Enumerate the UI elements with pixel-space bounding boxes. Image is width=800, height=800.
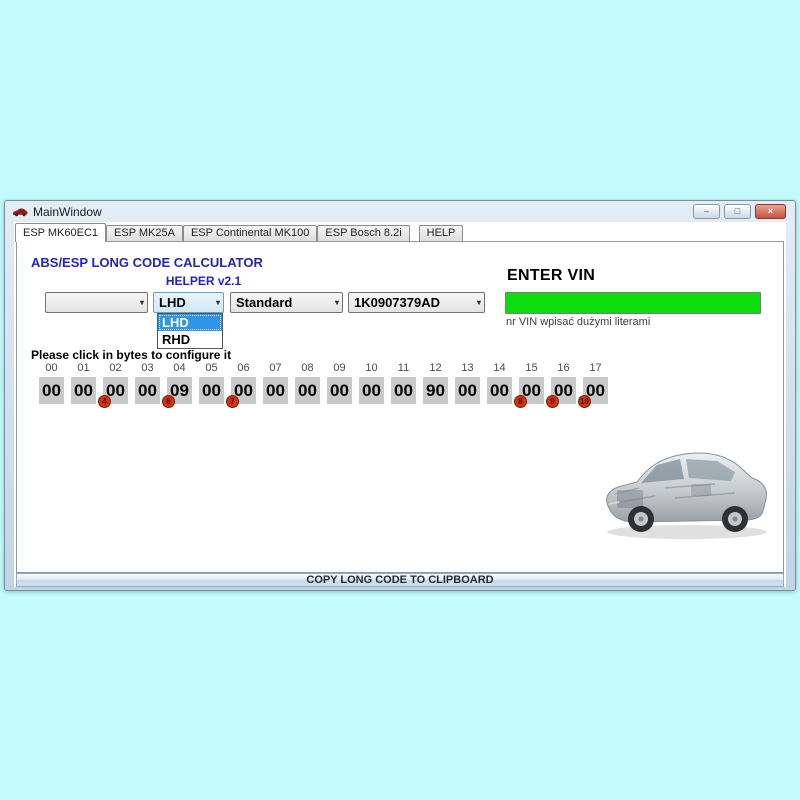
byte-index: 12 xyxy=(423,362,448,377)
byte-cell-02: 02004 xyxy=(103,362,128,404)
byte-value[interactable]: 00 xyxy=(263,377,288,404)
title-bar[interactable]: MainWindow –□ × xyxy=(5,201,795,222)
byte-cell-05: 0500 xyxy=(199,362,224,404)
dropdown-option-rhd[interactable]: RHD xyxy=(158,331,222,348)
window-title: MainWindow xyxy=(33,205,102,219)
car-cutaway-image xyxy=(595,438,777,546)
byte-value[interactable]: 00 xyxy=(487,377,512,404)
maximize-button[interactable]: □ xyxy=(724,204,751,219)
chevron-down-icon: ▾ xyxy=(335,293,339,312)
byte-index: 13 xyxy=(455,362,480,377)
byte-value[interactable]: 00 xyxy=(455,377,480,404)
byte-badge: 10 xyxy=(578,395,591,408)
tab-esp-bosch-8-2i[interactable]: ESP Bosch 8.2i xyxy=(317,225,409,241)
desktop-background: MainWindow –□ × ESP MK60EC1ESP MK25AESP C… xyxy=(0,0,800,800)
byte-cell-04: 04096 xyxy=(167,362,192,404)
byte-value[interactable]: 00 xyxy=(199,377,224,404)
byte-index: 06 xyxy=(231,362,256,377)
byte-value[interactable]: 00 xyxy=(391,377,416,404)
enter-vin-heading: ENTER VIN xyxy=(507,267,595,285)
main-window: MainWindow –□ × ESP MK60EC1ESP MK25AESP C… xyxy=(4,200,796,591)
byte-index: 02 xyxy=(103,362,128,377)
byte-index: 15 xyxy=(519,362,544,377)
combo-part-number[interactable]: 1K0907379AD ▾ xyxy=(348,292,485,313)
byte-cell-13: 1300 xyxy=(455,362,480,404)
byte-value[interactable]: 00 xyxy=(327,377,352,404)
close-button[interactable]: × xyxy=(755,204,786,219)
byte-cell-03: 0300 xyxy=(135,362,160,404)
tab-help[interactable]: HELP xyxy=(419,225,464,241)
byte-index: 00 xyxy=(39,362,64,377)
chevron-down-icon: ▾ xyxy=(140,293,144,312)
byte-badge: 9 xyxy=(546,395,559,408)
byte-row: 0000010002004030004096050006007070008000… xyxy=(39,362,608,404)
byte-index: 01 xyxy=(71,362,96,377)
window-controls: –□ × xyxy=(693,204,786,219)
byte-cell-12: 1290 xyxy=(423,362,448,404)
byte-value[interactable]: 00 xyxy=(39,377,64,404)
combo-drive-side[interactable]: LHD ▾ xyxy=(153,292,224,313)
byte-value[interactable]: 90 xyxy=(423,377,448,404)
vin-input[interactable] xyxy=(505,292,761,314)
byte-value[interactable]: 00 xyxy=(295,377,320,404)
minimize-button[interactable]: – xyxy=(693,204,720,219)
byte-cell-11: 1100 xyxy=(391,362,416,404)
byte-badge: 4 xyxy=(98,395,111,408)
bytes-hint: Please click in bytes to configure it xyxy=(31,348,231,362)
tab-strip: ESP MK60EC1ESP MK25AESP Continental MK10… xyxy=(15,222,463,241)
tab-esp-mk60ec1[interactable]: ESP MK60EC1 xyxy=(15,223,106,242)
byte-value[interactable]: 00 xyxy=(135,377,160,404)
tab-esp-continental-mk100[interactable]: ESP Continental MK100 xyxy=(183,225,317,241)
byte-index: 16 xyxy=(551,362,576,377)
byte-cell-15: 15008 xyxy=(519,362,544,404)
chevron-down-icon: ▾ xyxy=(477,293,481,312)
byte-value[interactable]: 00 xyxy=(359,377,384,404)
byte-index: 08 xyxy=(295,362,320,377)
tab-page-esp-mk60ec1: ABS/ESP LONG CODE CALCULATOR HELPER v2.1… xyxy=(16,241,784,573)
byte-index: 17 xyxy=(583,362,608,377)
byte-cell-09: 0900 xyxy=(327,362,352,404)
byte-index: 03 xyxy=(135,362,160,377)
car-logo-icon xyxy=(12,207,28,217)
byte-cell-16: 16009 xyxy=(551,362,576,404)
byte-cell-07: 0700 xyxy=(263,362,288,404)
window-client-area: ESP MK60EC1ESP MK25AESP Continental MK10… xyxy=(14,222,786,587)
combo-suspension[interactable]: Standard ▾ xyxy=(230,292,343,313)
page-title: ABS/ESP LONG CODE CALCULATOR xyxy=(31,255,263,270)
byte-cell-10: 1000 xyxy=(359,362,384,404)
combo-part-number-value: 1K0907379AD xyxy=(354,295,440,310)
byte-badge: 6 xyxy=(162,395,175,408)
byte-cell-17: 170010 xyxy=(583,362,608,404)
byte-cell-00: 0000 xyxy=(39,362,64,404)
byte-cell-14: 1400 xyxy=(487,362,512,404)
combo-drive-side-value: LHD xyxy=(159,295,186,310)
byte-badge: 8 xyxy=(514,395,527,408)
chevron-down-icon: ▾ xyxy=(216,293,220,312)
byte-cell-08: 0800 xyxy=(295,362,320,404)
combo-suspension-value: Standard xyxy=(236,295,292,310)
byte-index: 14 xyxy=(487,362,512,377)
combo-open-list: LHDRHD xyxy=(157,313,223,349)
byte-index: 10 xyxy=(359,362,384,377)
byte-badge: 7 xyxy=(226,395,239,408)
vin-note: nr VIN wpisać dużymi literami xyxy=(506,316,650,328)
byte-index: 09 xyxy=(327,362,352,377)
tab-esp-mk25a[interactable]: ESP MK25A xyxy=(106,225,183,241)
byte-index: 11 xyxy=(391,362,416,377)
byte-index: 07 xyxy=(263,362,288,377)
byte-cell-01: 0100 xyxy=(71,362,96,404)
dropdown-option-lhd[interactable]: LHD xyxy=(158,314,222,331)
copy-long-code-button[interactable]: COPY LONG CODE TO CLIPBOARD xyxy=(16,573,784,587)
byte-cell-06: 06007 xyxy=(231,362,256,404)
byte-value[interactable]: 00 xyxy=(71,377,96,404)
byte-index: 04 xyxy=(167,362,192,377)
combo-empty[interactable]: ▾ xyxy=(45,292,148,313)
byte-index: 05 xyxy=(199,362,224,377)
page-subtitle: HELPER v2.1 xyxy=(31,274,376,288)
